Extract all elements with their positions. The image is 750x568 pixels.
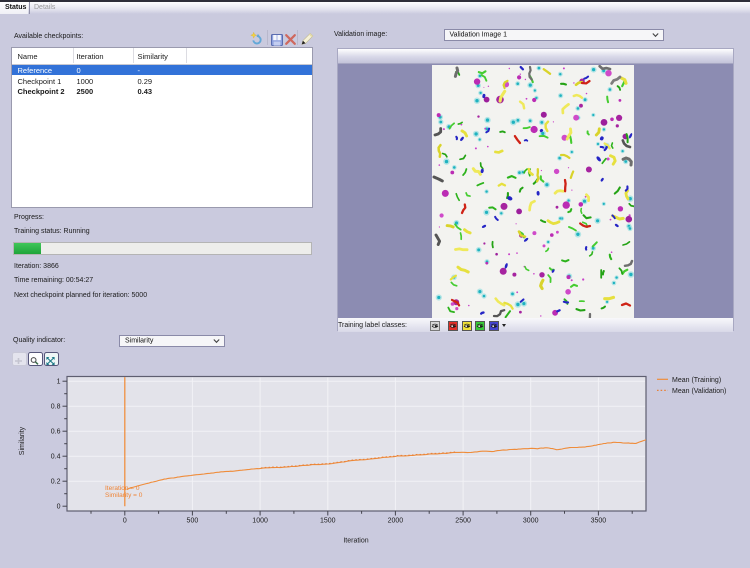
svg-text:3500: 3500: [591, 518, 607, 525]
svg-text:0: 0: [57, 504, 61, 511]
svg-text:Mean (Validation): Mean (Validation): [672, 388, 726, 395]
svg-text:Iteration = 0: Iteration = 0: [105, 485, 140, 492]
svg-text:3000: 3000: [523, 518, 539, 525]
svg-text:1: 1: [57, 379, 61, 386]
svg-text:2500: 2500: [455, 518, 471, 525]
svg-text:0.4: 0.4: [51, 454, 61, 461]
svg-text:Mean (Training): Mean (Training): [672, 377, 721, 384]
svg-text:1000: 1000: [252, 518, 268, 525]
svg-text:0: 0: [123, 518, 127, 525]
svg-text:0.8: 0.8: [51, 404, 61, 411]
svg-text:0.6: 0.6: [51, 429, 61, 436]
svg-text:1500: 1500: [320, 518, 336, 525]
svg-text:2000: 2000: [388, 518, 404, 525]
svg-text:Iteration: Iteration: [343, 538, 368, 545]
svg-text:Similarity: Similarity: [19, 426, 26, 455]
svg-text:500: 500: [187, 518, 199, 525]
svg-text:0.2: 0.2: [51, 479, 61, 486]
svg-text:Similarity = 0: Similarity = 0: [105, 492, 143, 499]
